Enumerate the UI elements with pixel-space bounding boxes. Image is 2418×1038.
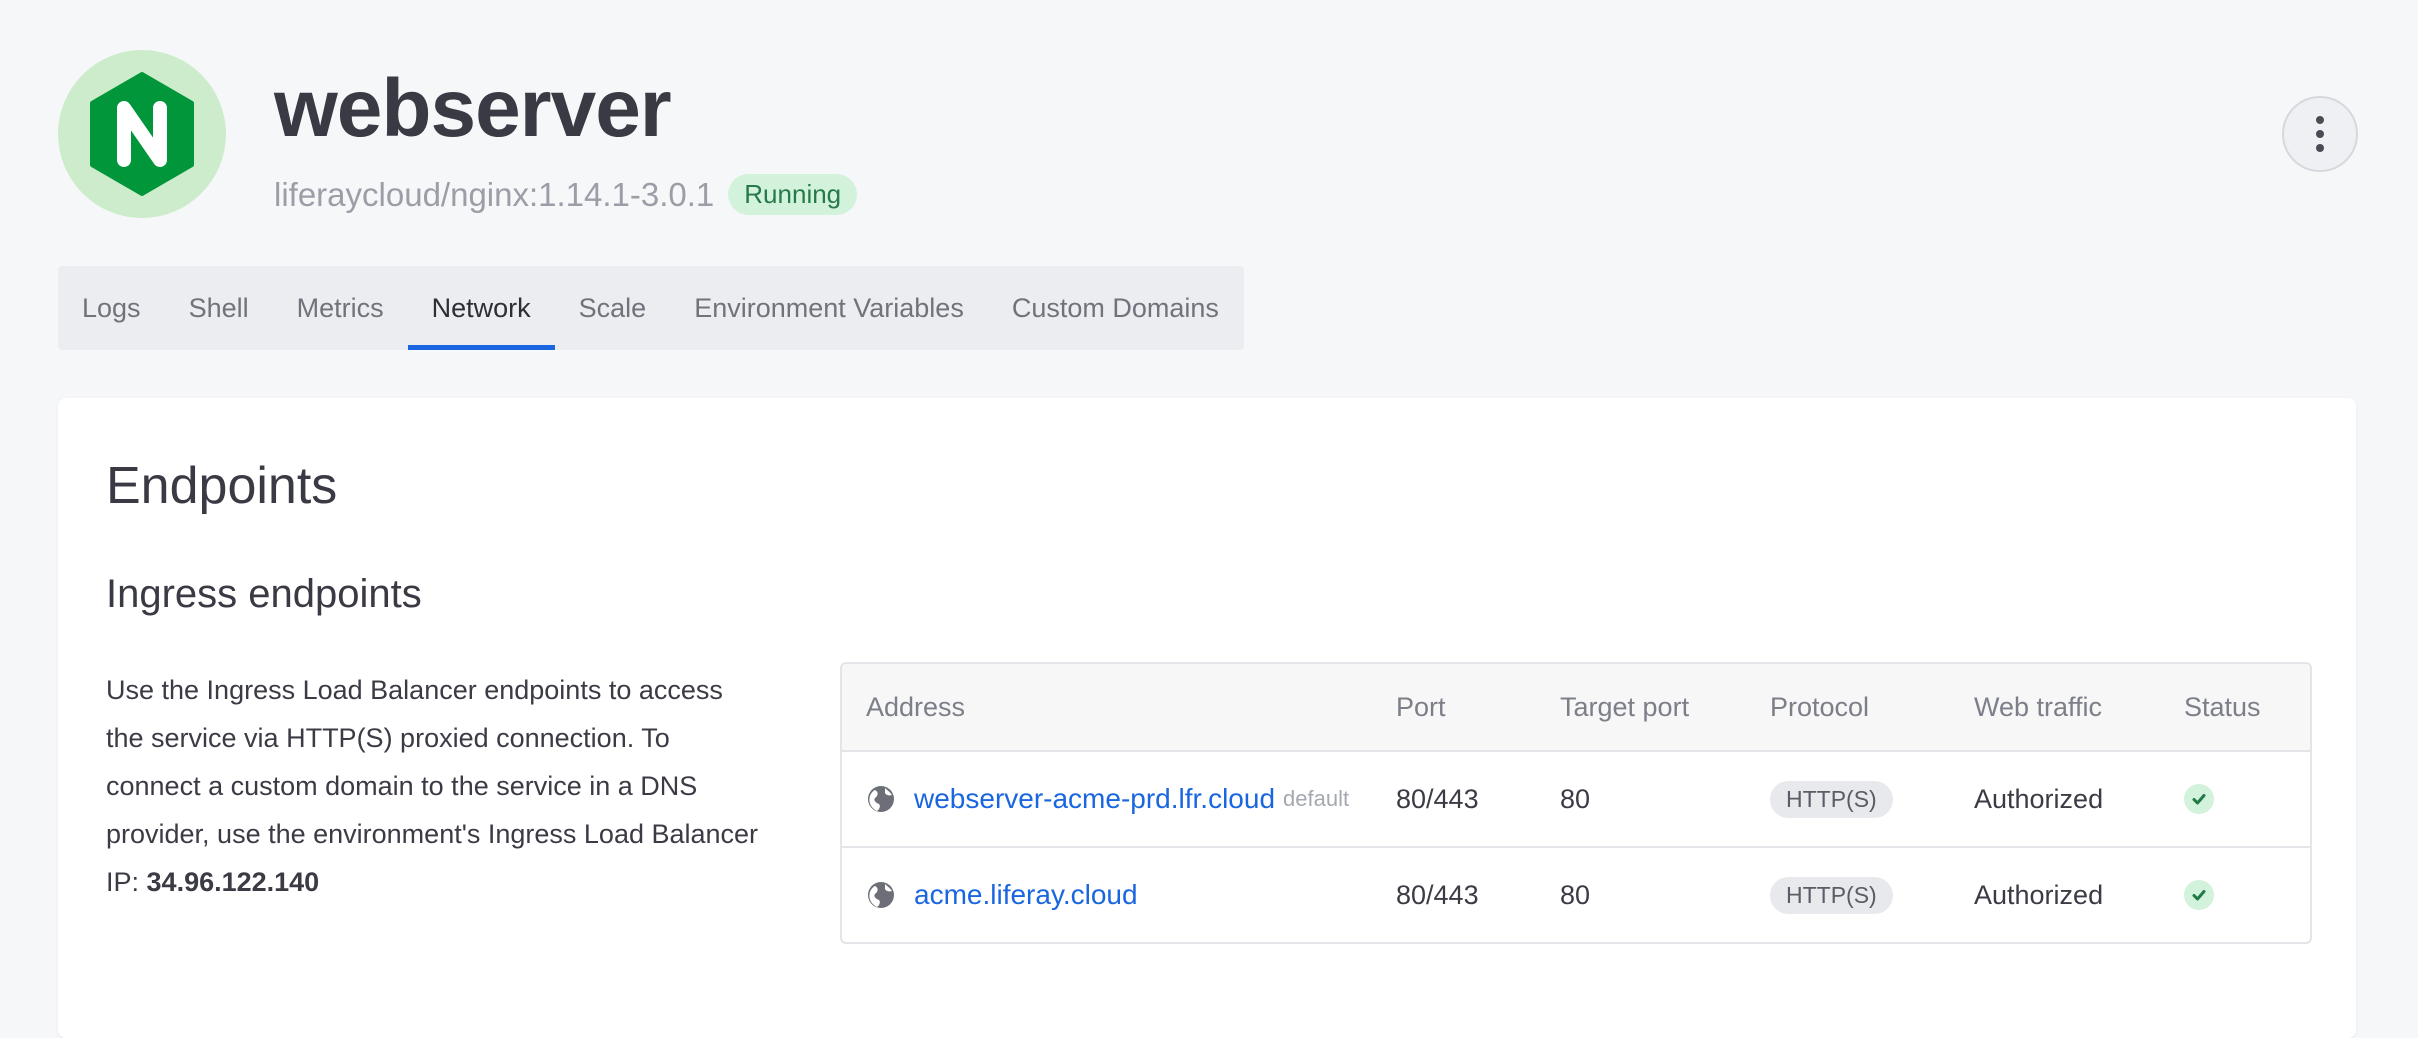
description-text: Use the Ingress Load Balancer endpoints … xyxy=(106,675,759,897)
header-web-traffic: Web traffic xyxy=(1974,691,2103,722)
protocol-pill: HTTP(S) xyxy=(1770,780,1893,818)
nginx-logo xyxy=(58,50,226,218)
check-icon xyxy=(2184,784,2214,814)
default-tag: default xyxy=(1283,786,1350,811)
port-cell: 80/443 xyxy=(1396,783,1479,814)
protocol-pill: HTTP(S) xyxy=(1770,876,1893,914)
status-badge: Running xyxy=(728,174,858,215)
header-port: Port xyxy=(1396,691,1446,722)
tab-network[interactable]: Network xyxy=(407,266,555,350)
tab-scale[interactable]: Scale xyxy=(555,266,671,350)
section-title: Endpoints xyxy=(106,457,338,515)
image-name: liferaycloud/nginx:1.14.1-3.0.1 xyxy=(274,175,715,213)
protocol-cell: HTTP(S) xyxy=(1770,876,1974,914)
target-port-cell: 80 xyxy=(1560,783,1591,814)
address-cell: acme.liferay.cloud xyxy=(842,879,1396,911)
protocol-cell: HTTP(S) xyxy=(1770,780,1974,818)
web-traffic-cell: Authorized xyxy=(1974,879,2104,910)
nginx-logo-icon xyxy=(90,72,194,196)
port-cell: 80/443 xyxy=(1396,879,1479,910)
subsection-title: Ingress endpoints xyxy=(106,572,422,616)
ingress-ip: 34.96.122.140 xyxy=(146,867,320,897)
endpoints-table: Address Port Target port Protocol Web tr… xyxy=(840,662,2312,944)
ingress-description: Use the Ingress Load Balancer endpoints … xyxy=(106,666,766,906)
target-port-cell: 80 xyxy=(1560,879,1591,910)
table-row: acme.liferay.cloud 80/443 80 HTTP(S) Aut… xyxy=(842,846,2310,942)
globe-icon xyxy=(868,786,894,812)
header-address: Address xyxy=(866,691,966,722)
endpoint-address-link[interactable]: acme.liferay.cloud xyxy=(914,879,1138,911)
tab-shell[interactable]: Shell xyxy=(165,266,273,350)
address-cell: webserver-acme-prd.lfr.cloud default xyxy=(842,783,1396,815)
kebab-dot xyxy=(2316,116,2324,124)
table-row: webserver-acme-prd.lfr.cloud default 80/… xyxy=(842,750,2310,846)
endpoints-card: Endpoints Ingress endpoints Use the Ingr… xyxy=(58,398,2356,1038)
service-subtitle: liferaycloud/nginx:1.14.1-3.0.1 Running xyxy=(274,174,858,215)
tab-metrics[interactable]: Metrics xyxy=(273,266,408,350)
more-options-button[interactable] xyxy=(2282,96,2358,172)
tab-custom-domains[interactable]: Custom Domains xyxy=(988,266,1243,350)
status-cell xyxy=(2184,880,2294,910)
header-status: Status xyxy=(2184,691,2261,722)
page-title: webserver xyxy=(274,63,672,154)
tab-bar: Logs Shell Metrics Network Scale Environ… xyxy=(58,266,1244,350)
endpoint-address-link[interactable]: webserver-acme-prd.lfr.cloud xyxy=(914,783,1275,815)
kebab-dot xyxy=(2316,144,2324,152)
service-header: webserver liferaycloud/nginx:1.14.1-3.0.… xyxy=(0,0,2418,260)
web-traffic-cell: Authorized xyxy=(1974,783,2104,814)
tab-logs[interactable]: Logs xyxy=(58,266,165,350)
tab-environment-variables[interactable]: Environment Variables xyxy=(670,266,988,350)
header-target-port: Target port xyxy=(1560,691,1690,722)
check-icon xyxy=(2184,880,2214,910)
kebab-dot xyxy=(2316,130,2324,138)
globe-icon xyxy=(868,882,894,908)
status-cell xyxy=(2184,784,2294,814)
table-header: Address Port Target port Protocol Web tr… xyxy=(842,664,2310,750)
header-protocol: Protocol xyxy=(1770,691,1870,722)
